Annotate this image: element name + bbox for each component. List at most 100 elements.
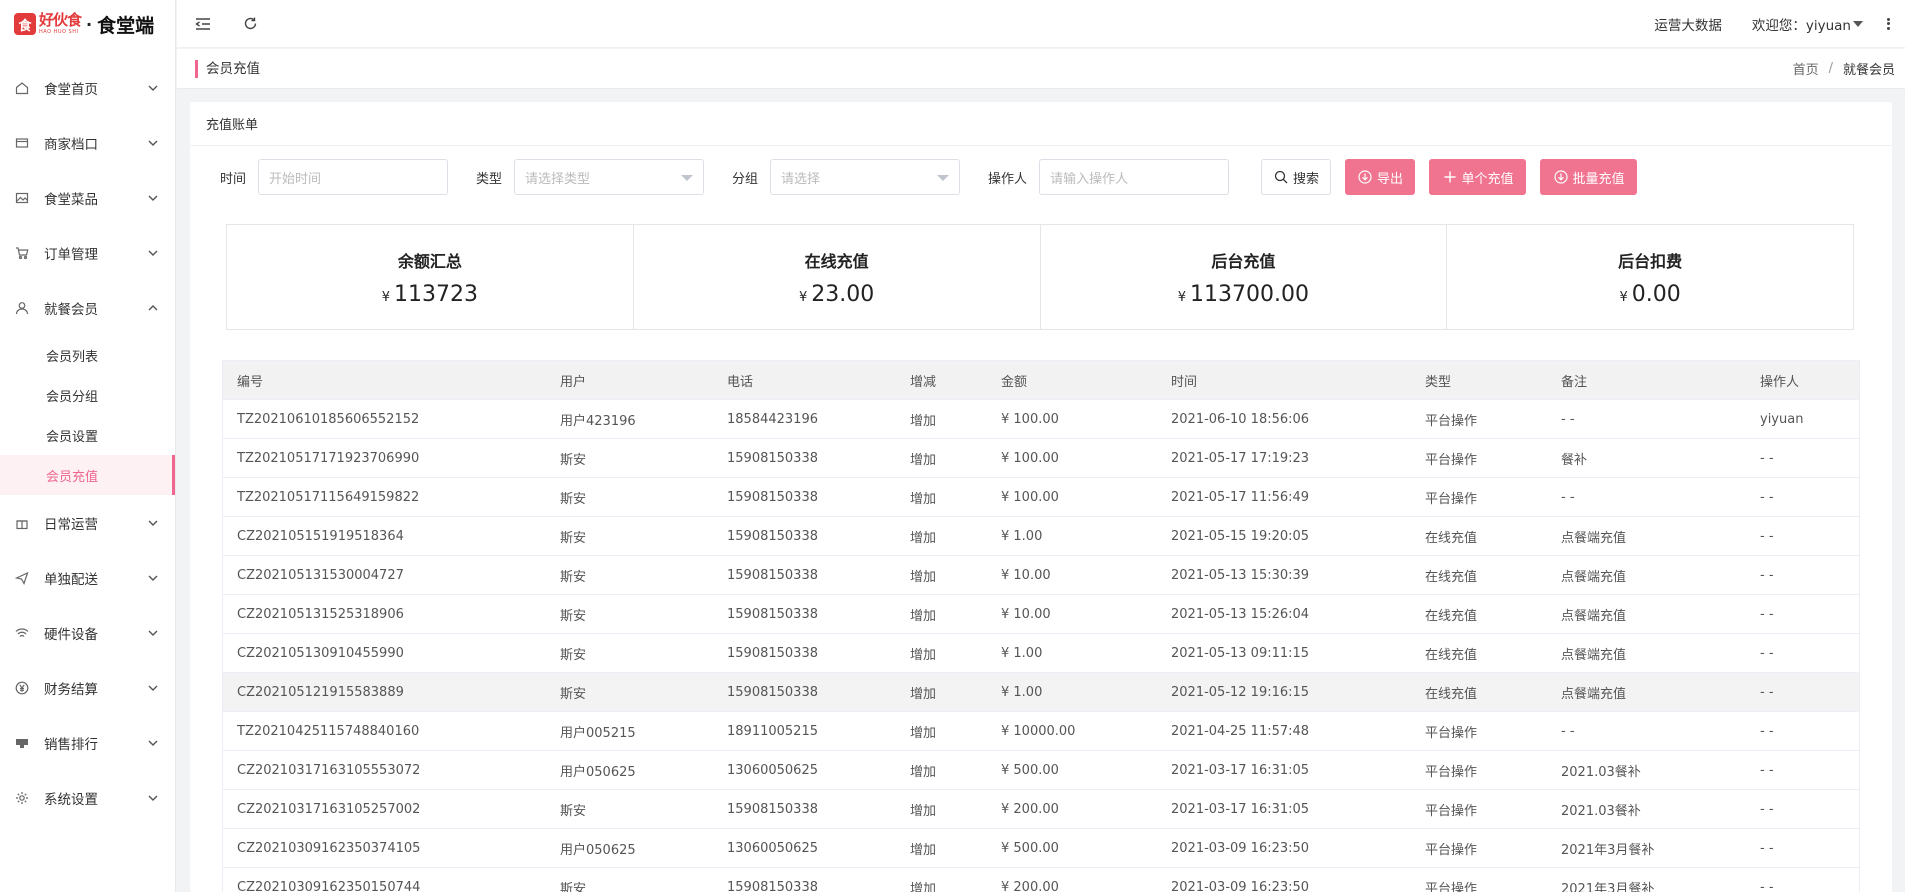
table-cell: 餐补 — [1561, 452, 1588, 468]
sidebar: 食 好伙食 HAO HUO SHI · 食堂端 食堂首页 商家档口 食堂菜品 订… — [0, 0, 176, 892]
chevron-down-icon — [148, 740, 158, 746]
more-vertical-icon[interactable] — [1883, 16, 1893, 32]
table-cell: 在线充值 — [1425, 608, 1478, 624]
table-cell: TZ20210517171923706990 — [237, 450, 420, 466]
download-circle-icon — [1553, 169, 1569, 185]
sidebar-subitem-member-group[interactable]: 会员分组 — [0, 375, 175, 415]
table-cell: 2021-03-17 16:31:05 — [1171, 801, 1310, 817]
table-cell: 15908150338 — [727, 879, 818, 892]
table-cell: 2021-05-17 17:19:23 — [1171, 450, 1310, 466]
table-row[interactable]: CZ20210309162350374105 用户050625 1306005062… — [223, 829, 1859, 868]
sidebar-item-members[interactable]: 就餐会员 — [0, 280, 175, 335]
type-select[interactable]: 请选择类型 — [514, 159, 705, 195]
table-row[interactable]: CZ202105131530004727 斯安 15908150338 增加 ¥ 10.… — [223, 556, 1859, 595]
table-cell: 2021-03-09 16:23:50 — [1171, 840, 1310, 856]
table-cell: - - — [1760, 840, 1774, 856]
sidebar-item-delivery[interactable]: 单独配送 — [0, 550, 175, 605]
sidebar-item-home[interactable]: 食堂首页 — [0, 60, 175, 115]
table-cell: 2021-05-13 09:11:15 — [1171, 645, 1310, 661]
chevron-down-icon — [148, 195, 158, 201]
table-cell: 2021-05-12 19:16:15 — [1171, 684, 1310, 700]
sidebar-subitem-member-settings[interactable]: 会员设置 — [0, 415, 175, 455]
table-cell: 2021-03-09 16:23:50 — [1171, 879, 1310, 892]
sidebar-item-store[interactable]: 商家档口 — [0, 115, 175, 170]
sidebar-item-ranking[interactable]: 销售排行 — [0, 715, 175, 770]
table-cell: 斯安 — [560, 647, 587, 663]
table-row[interactable]: CZ20210309162350150744 斯安 15908150338 增加 ¥ 2… — [223, 868, 1859, 892]
sidebar-item-hardware[interactable]: 硬件设备 — [0, 605, 175, 660]
user-menu[interactable]: 欢迎您：yiyuan — [1752, 14, 1863, 34]
refresh-icon[interactable] — [241, 15, 259, 33]
table-row[interactable]: TZ20210425115748840160 用户005215 1891100521… — [223, 712, 1859, 751]
sidebar-item-operations[interactable]: 日常运营 — [0, 495, 175, 550]
chevron-down-icon — [148, 575, 158, 581]
table-row[interactable]: CZ202105121915583889 斯安 15908150338 增加 ¥ 1.0… — [223, 673, 1859, 712]
stat-admin-deduction: 后台扣费 ¥0.00 — [1447, 225, 1853, 329]
app-name: 食堂端 — [97, 14, 155, 37]
table-row[interactable]: CZ202105151919518364 斯安 15908150338 增加 ¥ 1.0… — [223, 517, 1859, 556]
table-cell: TZ20210425115748840160 — [237, 723, 420, 739]
table-cell: 2021年3月餐补 — [1561, 842, 1655, 858]
table-row[interactable]: TZ20210517171923706990 斯安 15908150338 增加 ¥ 1… — [223, 439, 1859, 478]
logo-icon: 食 — [14, 13, 36, 35]
sidebar-item-settings[interactable]: 系统设置 — [0, 770, 175, 825]
search-button[interactable]: 搜索 — [1261, 159, 1332, 195]
column-header: 金额 — [1001, 374, 1028, 390]
table-cell: 平台操作 — [1425, 491, 1478, 507]
start-time-input[interactable]: 开始时间 — [258, 159, 449, 195]
table-cell: CZ202105131525318906 — [237, 606, 404, 622]
sidebar-item-finance[interactable]: 财务结算 — [0, 660, 175, 715]
table-cell: CZ202105121915583889 — [237, 684, 404, 700]
sidebar-subitem-member-list[interactable]: 会员列表 — [0, 335, 175, 375]
table-cell: CZ20210317163105257002 — [237, 801, 421, 817]
table-cell: 斯安 — [560, 452, 587, 468]
stat-value: ¥113700.00 — [1178, 282, 1309, 307]
sidebar-item-label: 商家档口 — [44, 136, 98, 153]
table-row[interactable]: TZ20210517115649159822 斯安 15908150338 增加 ¥ 1… — [223, 478, 1859, 517]
table-cell: 增加 — [910, 764, 937, 780]
table-cell: ¥ 100.00 — [1001, 489, 1059, 505]
download-circle-icon — [1357, 169, 1373, 185]
table-cell: 2021年3月餐补 — [1561, 881, 1655, 892]
stat-title: 在线充值 — [804, 251, 869, 271]
sidebar-item-orders[interactable]: 订单管理 — [0, 225, 175, 280]
table-row[interactable]: CZ20210317163105553072 用户050625 1306005062… — [223, 751, 1859, 790]
search-button-label: 搜索 — [1293, 171, 1320, 187]
sidebar-item-label: 订单管理 — [44, 246, 98, 263]
table-cell: 18911005215 — [727, 723, 818, 739]
brand-tagline: HAO HUO SHI — [39, 29, 79, 35]
table-row[interactable]: CZ202105130910455990 斯安 15908150338 增加 ¥ 1.0… — [223, 634, 1859, 673]
group-select[interactable]: 请选择 — [770, 159, 961, 195]
table-row[interactable]: TZ20210610185606552152 用户423196 1858442319… — [223, 400, 1859, 439]
table-cell: 2021-05-13 15:26:04 — [1171, 606, 1310, 622]
sidebar-item-dishes[interactable]: 食堂菜品 — [0, 170, 175, 225]
table-cell: 增加 — [910, 569, 937, 585]
table-cell: ¥ 100.00 — [1001, 450, 1059, 466]
breadcrumb-home[interactable]: 首页 — [1793, 59, 1819, 78]
table-cell: 在线充值 — [1425, 686, 1478, 702]
table-cell: 增加 — [910, 530, 937, 546]
wifi-icon — [14, 625, 30, 641]
table-cell: CZ20210309162350150744 — [237, 879, 421, 892]
table-cell: CZ202105131530004727 — [237, 567, 404, 583]
big-data-link[interactable]: 运营大数据 — [1654, 14, 1722, 34]
table-cell: ¥ 10000.00 — [1001, 723, 1076, 739]
single-recharge-button[interactable]: 单个充值 — [1429, 159, 1527, 195]
logo[interactable]: 食 好伙食 HAO HUO SHI · 食堂端 — [0, 0, 175, 48]
operator-input[interactable]: 请输入操作人 — [1039, 159, 1230, 195]
table-cell: - - — [1760, 723, 1774, 739]
batch-recharge-button[interactable]: 批量充值 — [1540, 159, 1638, 195]
table-cell: 平台操作 — [1425, 803, 1478, 819]
table-row[interactable]: CZ20210317163105257002 斯安 15908150338 增加 ¥ 2… — [223, 790, 1859, 829]
collapse-menu-icon[interactable] — [194, 15, 212, 33]
table-row[interactable]: CZ202105131525318906 斯安 15908150338 增加 ¥ 10.… — [223, 595, 1859, 634]
table-cell: - - — [1760, 879, 1774, 892]
chevron-down-icon — [148, 685, 158, 691]
sidebar-subitem-member-recharge[interactable]: 会员充值 — [0, 455, 175, 495]
table-cell: 用户050625 — [560, 764, 636, 780]
chevron-up-icon — [148, 304, 158, 310]
export-button[interactable]: 导出 — [1345, 159, 1416, 195]
table-cell: 2021.03餐补 — [1561, 803, 1641, 819]
stat-value: ¥0.00 — [1619, 282, 1680, 307]
dropdown-arrow-icon — [937, 175, 950, 181]
